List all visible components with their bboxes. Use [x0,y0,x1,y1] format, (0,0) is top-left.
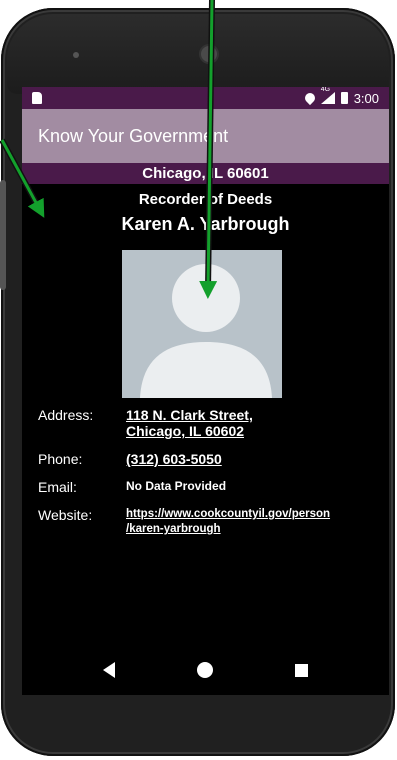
address-link[interactable]: 118 N. Clark Street, Chicago, IL 60602 [126,407,253,439]
phone-top-bezel [7,14,389,94]
device-screen: 4G 3:00 Know Your Government Chicago, IL… [22,87,389,695]
back-icon[interactable] [103,662,115,678]
website-row: Website: https://www.cookcountyil.gov/pe… [38,507,379,537]
front-camera [201,46,217,62]
side-volume-button[interactable] [0,180,6,290]
home-icon[interactable] [197,662,213,678]
battery-icon [340,92,348,104]
address-label: Address: [38,407,94,423]
sd-card-icon [32,92,42,104]
phone-row: Phone: (312) 603-5050 [38,451,379,467]
email-row: Email: No Data Provided [38,479,379,495]
address-line2: Chicago, IL 60602 [126,423,245,439]
email-label: Email: [38,479,77,495]
website-line1: https://www.cookcountyil.gov/person [126,508,331,520]
contact-details: Address: 118 N. Clark Street, Chicago, I… [38,407,379,549]
phone-label: Phone: [38,451,83,467]
navigation-bar [22,645,389,695]
location-icon [302,90,317,106]
website-line2: /karen-yarbrough [126,523,221,535]
official-photo[interactable] [122,250,282,398]
status-bar: 4G 3:00 [22,87,389,109]
email-value: No Data Provided [126,479,227,493]
status-time: 3:00 [353,90,379,106]
location-bar: Chicago, IL 60601 [22,163,389,184]
recents-icon[interactable] [295,663,308,677]
office-title: Recorder of Deeds [138,191,273,208]
official-name: Karen A. Yarbrough [121,214,290,234]
website-label: Website: [38,507,93,523]
website-link[interactable]: https://www.cookcountyil.gov/person /kar… [126,507,330,537]
address-row: Address: 118 N. Clark Street, Chicago, I… [38,407,379,439]
app-title: Know Your Government [38,125,229,146]
app-bar: Know Your Government [22,109,389,163]
signal-icon: 4G [320,87,335,104]
network-type: 4G [320,87,331,93]
address-line1: 118 N. Clark Street, [126,407,253,423]
location-text: Chicago, IL 60601 [142,165,269,182]
sensor-dot [73,52,79,58]
person-placeholder-icon [140,264,272,398]
phone-link[interactable]: (312) 603-5050 [126,451,222,467]
